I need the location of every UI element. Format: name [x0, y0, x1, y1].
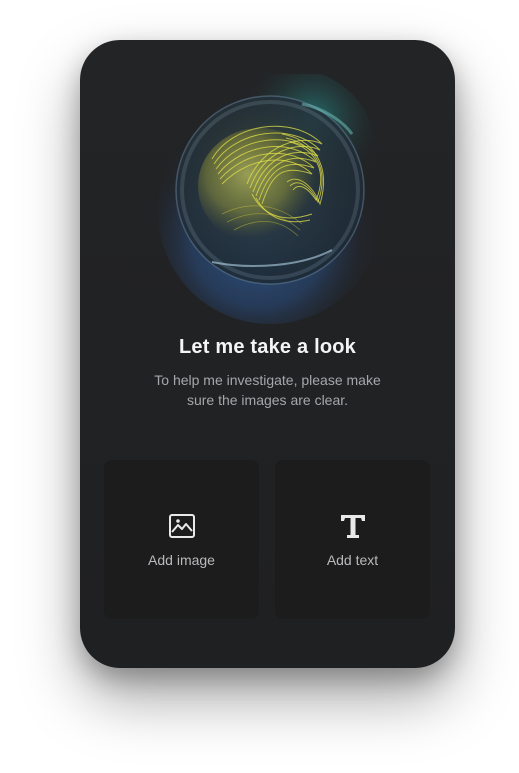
assistant-card: Let me take a look To help me investigat… [80, 40, 455, 668]
page-title: Let me take a look [179, 336, 356, 358]
orb-graphic [158, 74, 382, 324]
page-description: To help me investigate, please make sure… [154, 372, 381, 408]
text-icon [275, 512, 430, 540]
add-image-label: Add image [148, 552, 215, 568]
add-text-label: Add text [326, 552, 379, 568]
image-icon [104, 512, 259, 540]
screen: Let me take a look To help me investigat… [0, 0, 519, 773]
add-image-button[interactable]: Add image [104, 460, 259, 619]
assistant-orb [152, 74, 402, 324]
add-text-button[interactable]: Add text [275, 460, 430, 619]
